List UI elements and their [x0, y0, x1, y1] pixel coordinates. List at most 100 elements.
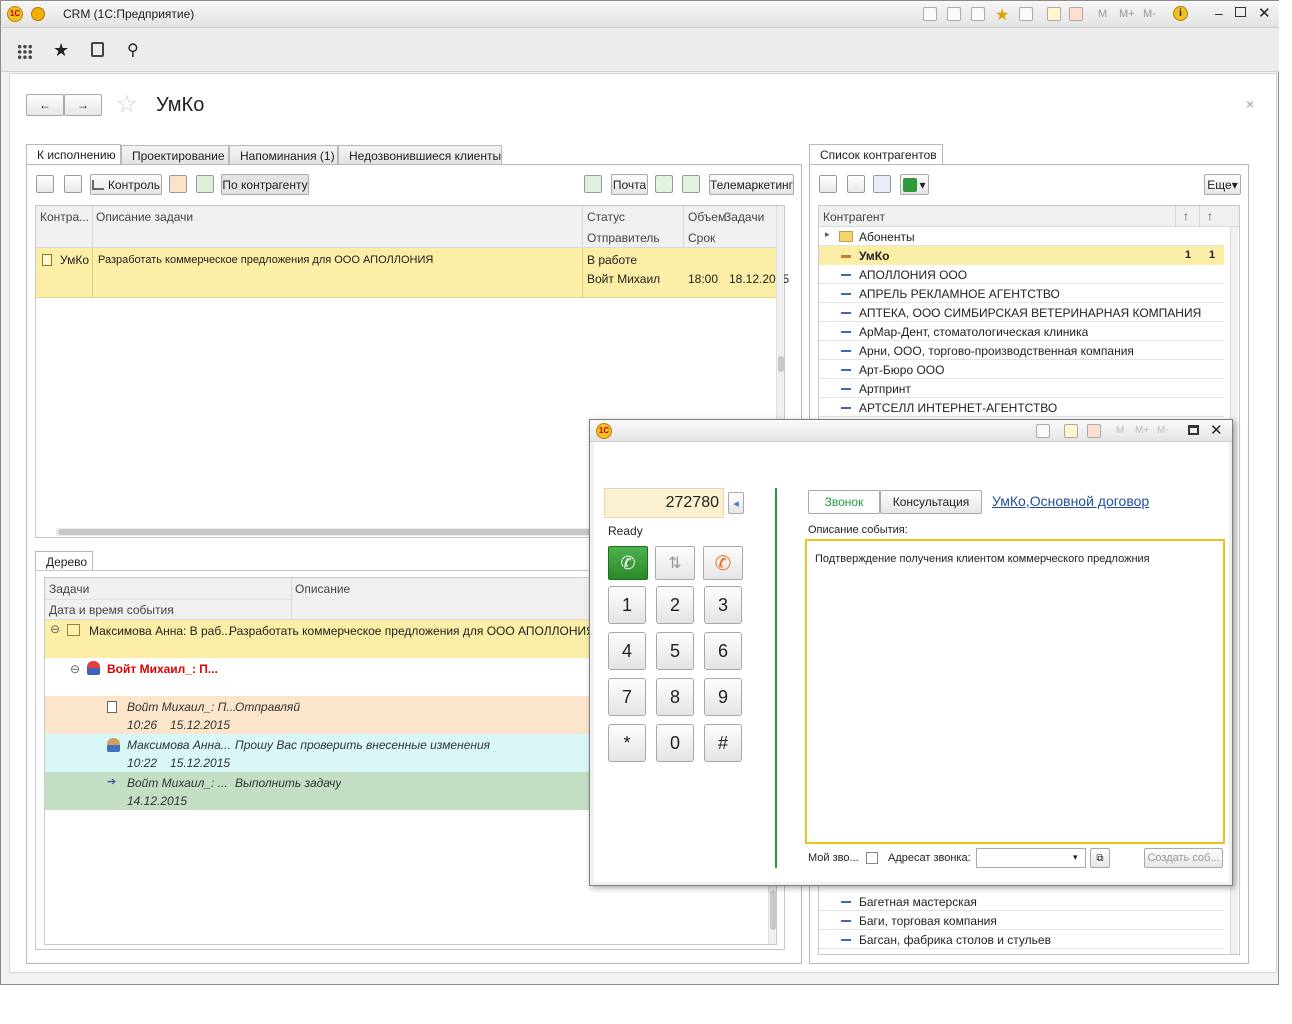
- keypad-key[interactable]: 7: [608, 678, 646, 716]
- add-table-icon[interactable]: [682, 175, 700, 193]
- open-addressee-button[interactable]: ⧉: [1090, 848, 1110, 868]
- col-sender[interactable]: Отправитель: [587, 231, 660, 245]
- softphone-calendar-icon[interactable]: [1087, 424, 1101, 438]
- softphone-calculator-icon[interactable]: [1064, 424, 1078, 438]
- list-item[interactable]: Багетная мастерская: [819, 892, 1224, 911]
- contract-link[interactable]: УмКо,Основной договор: [992, 493, 1149, 509]
- my-call-checkbox[interactable]: [866, 852, 878, 864]
- col-tasks[interactable]: Задачи: [724, 210, 764, 224]
- tree-col-datetime[interactable]: Дата и время события: [49, 603, 174, 617]
- complete-task-icon[interactable]: [196, 175, 214, 193]
- link-icon[interactable]: [1019, 7, 1033, 21]
- keypad-key[interactable]: 1: [608, 586, 646, 624]
- list-item[interactable]: АПРЕЛЬ РЕКЛАМНОЕ АГЕНТСТВО: [819, 284, 1224, 303]
- close-window-icon[interactable]: ✕: [1258, 4, 1271, 22]
- keypad-key[interactable]: 8: [656, 678, 694, 716]
- mail-button[interactable]: Почта: [611, 174, 648, 195]
- event-description-input[interactable]: Подтверждение получения клиентом коммерч…: [805, 539, 1225, 844]
- edit-note-icon[interactable]: [584, 175, 602, 193]
- tab-design[interactable]: Проектирование: [121, 145, 229, 165]
- keypad-key[interactable]: *: [608, 724, 646, 762]
- sort-col-2[interactable]: ↑: [1207, 209, 1213, 223]
- backspace-button[interactable]: ◂: [728, 492, 744, 514]
- restore-icon[interactable]: [1235, 7, 1246, 17]
- contact-icon[interactable]: [873, 175, 891, 193]
- table-row[interactable]: УмКо Разработать коммерческое предложени…: [36, 248, 789, 298]
- col-counterparty-name[interactable]: Контрагент: [823, 210, 885, 224]
- list-item[interactable]: АРТСЕЛЛ ИНТЕРНЕТ-АГЕНТСТВО: [819, 398, 1224, 417]
- telemarketing-button[interactable]: Телемаркетинг: [709, 174, 794, 195]
- collapse-icon[interactable]: ⊖: [50, 622, 60, 636]
- keypad-key[interactable]: 0: [656, 724, 694, 762]
- tab-consultation[interactable]: Консультация: [880, 490, 982, 514]
- dialed-number-field[interactable]: 272780: [604, 488, 724, 518]
- save-icon[interactable]: [923, 7, 937, 21]
- close-form-icon[interactable]: ×: [1246, 96, 1254, 112]
- keypad-key[interactable]: 3: [704, 586, 742, 624]
- find-icon[interactable]: [36, 175, 54, 193]
- by-counterparty-button[interactable]: По контрагенту: [221, 174, 309, 195]
- keypad-key[interactable]: 9: [704, 678, 742, 716]
- tree-col-description[interactable]: Описание: [295, 582, 350, 596]
- list-item[interactable]: Арт-Бюро ООО: [819, 360, 1224, 379]
- memory-mplus[interactable]: M+: [1119, 8, 1135, 20]
- softphone-close-icon[interactable]: ✕: [1210, 421, 1223, 439]
- tab-to-execute[interactable]: К исполнению: [26, 144, 121, 165]
- keypad-key[interactable]: 5: [656, 632, 694, 670]
- minimize-icon[interactable]: –: [1215, 5, 1223, 21]
- sort-col-1[interactable]: ↑: [1183, 209, 1189, 223]
- calendar-icon[interactable]: [1069, 7, 1083, 21]
- list-item-selected[interactable]: УмКо 1 1: [819, 246, 1224, 265]
- list-item[interactable]: Багсан, фабрика столов и стульев: [819, 930, 1224, 949]
- tree-scroll-thumb[interactable]: [770, 890, 776, 930]
- print-icon[interactable]: [947, 7, 961, 21]
- memory-mminus[interactable]: M-: [1143, 8, 1156, 20]
- col-status[interactable]: Статус: [587, 210, 625, 224]
- keypad-key[interactable]: 6: [704, 632, 742, 670]
- tab-reminders[interactable]: Напоминания (1): [229, 145, 338, 165]
- main-menu-icon[interactable]: [31, 7, 45, 21]
- preview-icon[interactable]: [971, 7, 985, 21]
- list-item[interactable]: АрМар-Дент, стоматологическая клиника: [819, 322, 1224, 341]
- more-button[interactable]: Еще ▾: [1204, 174, 1241, 195]
- col-volume[interactable]: Объем: [688, 210, 726, 224]
- addressee-select[interactable]: ▾: [976, 848, 1086, 868]
- control-button[interactable]: Контроль: [90, 174, 162, 195]
- dropdown-arrow-icon[interactable]: ▾: [1073, 852, 1078, 863]
- softphone-link-icon[interactable]: [1036, 424, 1050, 438]
- favorites-icon[interactable]: ★: [53, 40, 69, 61]
- cancel-search-icon[interactable]: [64, 175, 82, 193]
- col-description[interactable]: Описание задачи: [96, 210, 193, 224]
- back-button[interactable]: ←: [26, 94, 64, 116]
- calculator-icon[interactable]: [1047, 7, 1061, 21]
- list-item[interactable]: Арни, ООО, торгово-производственная комп…: [819, 341, 1224, 360]
- list-item[interactable]: АПОЛЛОНИЯ ООО: [819, 265, 1224, 284]
- history-icon[interactable]: [91, 42, 104, 57]
- list-item[interactable]: Артпринт: [819, 379, 1224, 398]
- softphone-memory-mplus[interactable]: M+: [1135, 425, 1149, 436]
- list-item[interactable]: Баги, торговая компания: [819, 911, 1224, 930]
- softphone-memory-m[interactable]: M: [1116, 425, 1124, 436]
- hangup-call-button[interactable]: ✆: [703, 546, 743, 580]
- expand-icon[interactable]: ▸: [825, 229, 830, 240]
- bookmark-star-icon[interactable]: ☆: [116, 90, 138, 119]
- col-counterparty[interactable]: Контра...: [40, 210, 92, 224]
- create-event-button[interactable]: Создать соб...: [1144, 848, 1223, 868]
- add-icon[interactable]: [655, 175, 673, 193]
- info-icon[interactable]: i: [1173, 6, 1188, 21]
- assign-user-icon[interactable]: [169, 175, 187, 193]
- keypad-key[interactable]: 2: [656, 586, 694, 624]
- apps-grid-icon[interactable]: [17, 44, 33, 60]
- softphone-maximize-icon[interactable]: [1188, 425, 1199, 435]
- list-item-folder[interactable]: ▸ Абоненты: [819, 227, 1224, 246]
- keypad-key[interactable]: #: [704, 724, 742, 762]
- tab-call[interactable]: Звонок: [808, 490, 880, 514]
- tasks-hscroll-thumb[interactable]: [58, 529, 618, 535]
- collapse-icon[interactable]: ⊖: [70, 662, 80, 676]
- cancel-find-icon[interactable]: [847, 175, 865, 193]
- keypad-key[interactable]: 4: [608, 632, 646, 670]
- search-icon[interactable]: ⚲: [127, 40, 139, 60]
- answer-call-button[interactable]: ✆: [608, 546, 648, 580]
- forward-button[interactable]: →: [64, 94, 102, 116]
- softphone-memory-mminus[interactable]: M-: [1157, 425, 1169, 436]
